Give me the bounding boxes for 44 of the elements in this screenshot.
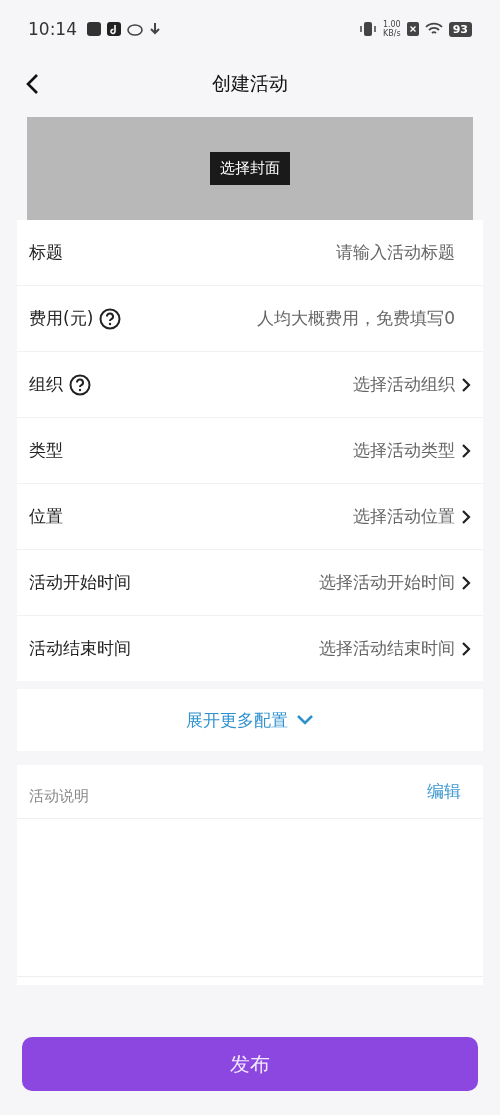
select-field[interactable]: 选择活动开始时间 bbox=[319, 571, 455, 594]
chevron-right-icon bbox=[461, 640, 471, 657]
form-row[interactable]: 组织 选择活动组织 bbox=[17, 352, 483, 418]
field-label: 位置 bbox=[29, 505, 63, 528]
page-title: 创建活动 bbox=[212, 71, 288, 96]
chevron-right-icon bbox=[461, 442, 471, 459]
input-field[interactable]: 人均大概费用，免费填写0 bbox=[257, 307, 455, 330]
field-label: 费用(元) bbox=[29, 307, 94, 330]
select-field[interactable]: 选择活动结束时间 bbox=[319, 637, 455, 660]
form-row[interactable]: 标题 请输入活动标题 bbox=[17, 220, 483, 286]
vibrate-icon bbox=[358, 21, 377, 37]
form-row[interactable]: 活动开始时间 选择活动开始时间 bbox=[17, 550, 483, 616]
network-speed: 1.00 bbox=[382, 20, 401, 29]
chevron-right-icon bbox=[461, 574, 471, 591]
expand-more-link[interactable]: 展开更多配置 bbox=[186, 708, 314, 732]
select-field[interactable]: 选择活动位置 bbox=[353, 505, 455, 528]
description-label: 活动说明 bbox=[29, 786, 89, 806]
chevron-right-icon bbox=[461, 508, 471, 525]
battery-level: 93 bbox=[448, 21, 472, 37]
field-label: 活动开始时间 bbox=[29, 571, 131, 594]
publish-button[interactable]: 发布 bbox=[22, 1037, 478, 1091]
form-row[interactable]: 费用(元) 人均大概费用，免费填写0 bbox=[17, 286, 483, 352]
no-sim-icon bbox=[406, 22, 419, 36]
form-row[interactable]: 活动结束时间 选择活动结束时间 bbox=[17, 616, 483, 681]
edit-link[interactable]: 编辑 bbox=[427, 780, 461, 803]
chevron-right-icon bbox=[461, 376, 471, 393]
field-label: 类型 bbox=[29, 439, 63, 462]
field-label: 活动结束时间 bbox=[29, 637, 131, 660]
input-field[interactable]: 请输入活动标题 bbox=[336, 241, 455, 264]
select-field[interactable]: 选择活动类型 bbox=[353, 439, 455, 462]
form-row[interactable]: 类型 选择活动类型 bbox=[17, 418, 483, 484]
cover-area[interactable]: 选择封面 bbox=[27, 117, 473, 220]
field-label: 组织 bbox=[29, 373, 63, 396]
wifi-icon bbox=[424, 22, 443, 36]
select-cover-button[interactable]: 选择封面 bbox=[210, 152, 290, 185]
field-label: 标题 bbox=[29, 241, 63, 264]
download-icon bbox=[149, 22, 161, 36]
help-icon[interactable] bbox=[69, 373, 91, 396]
select-field[interactable]: 选择活动组织 bbox=[353, 373, 455, 396]
music-note-icon bbox=[107, 22, 121, 36]
form-row[interactable]: 位置 选择活动位置 bbox=[17, 484, 483, 550]
help-icon[interactable] bbox=[99, 307, 122, 330]
status-time: 10:14 bbox=[28, 19, 77, 39]
network-speed-unit: KB/s bbox=[382, 29, 401, 38]
